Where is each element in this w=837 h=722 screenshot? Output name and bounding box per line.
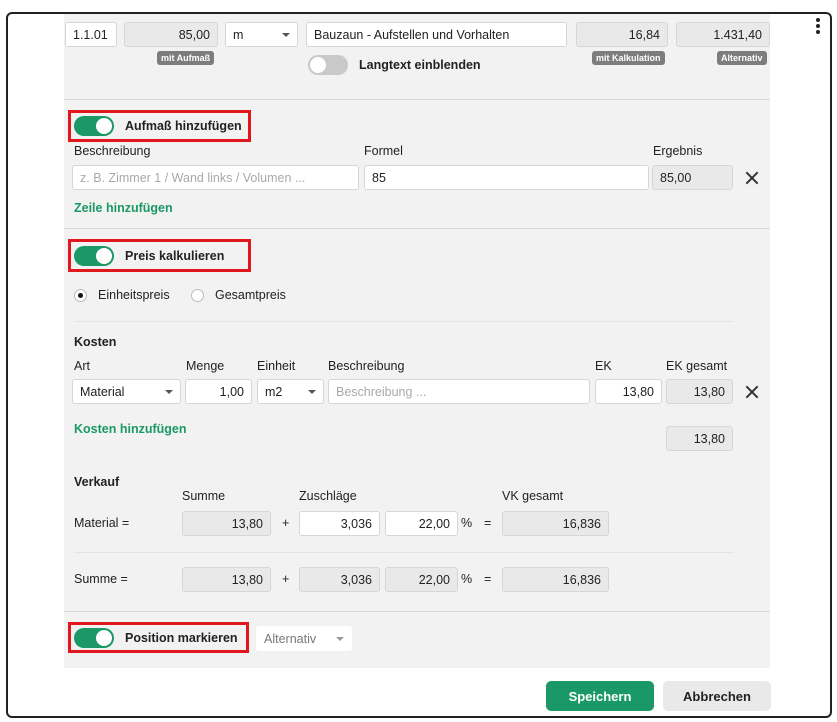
costs-col-ek: EK [595, 359, 612, 373]
aufmass-col-description: Beschreibung [74, 144, 151, 158]
summe-sum-field: 13,80 [182, 567, 271, 592]
costs-col-unit: Einheit [257, 359, 296, 373]
save-button[interactable]: Speichern [546, 681, 654, 711]
add-costs-link[interactable]: Kosten hinzufügen [74, 422, 187, 436]
position-editor-panel: 1.1.01 85,00 mit Aufmaß m Bauzaun - Aufs… [64, 14, 770, 668]
chevron-down-icon [282, 32, 290, 37]
cost-ek-input[interactable]: 13,80 [595, 379, 662, 404]
aufmass-toggle-label: Aufmaß hinzufügen [125, 119, 242, 133]
plus-sign: + [282, 516, 290, 530]
unit-select[interactable]: m [225, 22, 298, 47]
quantity-badge: mit Aufmaß [157, 51, 215, 65]
divider [64, 228, 770, 229]
unit-price-input[interactable]: 16,84 [576, 22, 668, 47]
cancel-button[interactable]: Abbrechen [663, 681, 771, 711]
chevron-down-icon [308, 389, 316, 394]
cost-quantity-input[interactable]: 1,00 [185, 379, 252, 404]
cost-description-input[interactable]: Beschreibung ... [328, 379, 590, 404]
percent-sign: % [461, 516, 473, 530]
aufmass-col-formula: Formel [364, 144, 403, 158]
aufmass-col-result: Ergebnis [653, 144, 703, 158]
aufmass-formula-input[interactable]: 85 [364, 165, 649, 190]
sales-heading: Verkauf [74, 475, 120, 489]
summe-surcharge-amount-field: 3,036 [299, 567, 380, 592]
aufmass-description-input[interactable]: z. B. Zimmer 1 / Wand links / Volumen ..… [72, 165, 359, 190]
divider [74, 552, 734, 553]
longtext-toggle[interactable] [308, 55, 348, 75]
position-number-input[interactable]: 1.1.01 [65, 22, 117, 47]
equals-sign: = [484, 516, 492, 530]
close-icon[interactable] [744, 170, 760, 186]
mark-position-toggle-label: Position markieren [125, 631, 238, 645]
mark-position-toggle[interactable] [74, 628, 114, 648]
material-vk-total-field: 16,836 [502, 511, 609, 536]
cost-unit-select[interactable]: m2 [257, 379, 324, 404]
cost-ek-total-field: 13,80 [666, 379, 733, 404]
unit-price-radio[interactable] [74, 289, 87, 302]
longtext-toggle-label: Langtext einblenden [359, 58, 481, 72]
costs-col-ek-total: EK gesamt [666, 359, 728, 373]
unit-price-badge: mit Kalkulation [592, 51, 665, 65]
cost-type-select[interactable]: Material [72, 379, 181, 404]
summe-vk-total-field: 16,836 [502, 567, 609, 592]
price-calc-toggle[interactable] [74, 246, 114, 266]
position-title-input[interactable]: Bauzaun - Aufstellen und Vorhalten [306, 22, 567, 47]
material-sum-field: 13,80 [182, 511, 271, 536]
costs-col-quantity: Menge [186, 359, 225, 373]
cost-type-value: Material [80, 384, 125, 399]
summe-surcharge-percent-field: 22,00 [385, 567, 458, 592]
unit-price-radio-label: Einheitspreis [98, 288, 170, 302]
cost-unit-value: m2 [265, 384, 283, 399]
costs-col-description: Beschreibung [328, 359, 405, 373]
plus-sign: + [282, 572, 290, 586]
costs-heading: Kosten [74, 335, 117, 349]
total-price-radio[interactable] [191, 289, 204, 302]
total-badge: Alternativ [717, 51, 767, 65]
percent-sign: % [461, 572, 473, 586]
aufmass-toggle[interactable] [74, 116, 114, 136]
costs-col-type: Art [74, 359, 90, 373]
material-row-label: Material = [74, 516, 130, 530]
chevron-down-icon [336, 636, 344, 641]
close-icon[interactable] [744, 384, 760, 400]
divider [64, 611, 770, 612]
total-price-input[interactable]: 1.431,40 [676, 22, 770, 47]
divider [74, 321, 734, 322]
sales-col-sum: Summe [182, 489, 226, 503]
sales-col-surcharges: Zuschläge [299, 489, 357, 503]
mark-type-select[interactable]: Alternativ [256, 626, 352, 651]
mark-type-value: Alternativ [264, 631, 317, 646]
material-surcharge-amount-input[interactable]: 3,036 [299, 511, 380, 536]
equals-sign: = [484, 572, 492, 586]
material-surcharge-percent-input[interactable]: 22,00 [385, 511, 458, 536]
unit-select-value: m [233, 27, 244, 42]
aufmass-result-field: 85,00 [652, 165, 733, 190]
total-price-radio-label: Gesamtpreis [215, 288, 286, 302]
price-calc-toggle-label: Preis kalkulieren [125, 249, 225, 263]
divider [64, 99, 770, 100]
chevron-down-icon [165, 389, 173, 394]
more-options-icon[interactable] [815, 18, 821, 34]
sales-col-vk-total: VK gesamt [502, 489, 564, 503]
costs-sum-field: 13,80 [666, 426, 733, 451]
add-row-link[interactable]: Zeile hinzufügen [74, 201, 173, 215]
summe-row-label: Summe = [74, 572, 128, 586]
quantity-input[interactable]: 85,00 [124, 22, 218, 47]
